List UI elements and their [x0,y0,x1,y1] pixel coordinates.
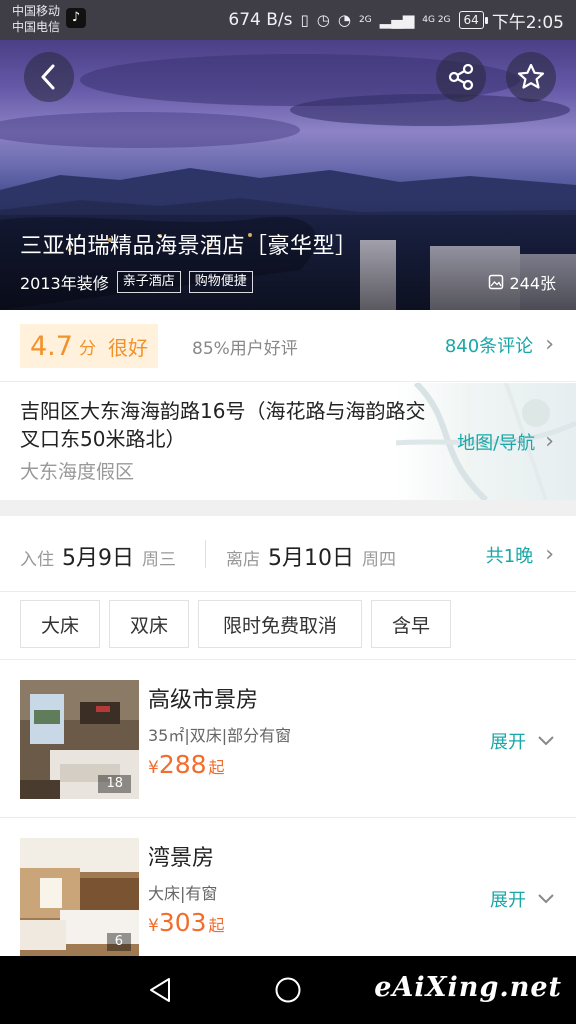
price-currency: ¥ [148,916,159,936]
nav-back-button[interactable] [140,970,180,1010]
triangle-back-icon [150,978,170,1002]
room-description: 大床|有窗 [148,884,218,903]
vibrate-icon: ▯ [300,11,309,29]
carrier-2: 中国电信 [12,20,61,34]
favorite-button[interactable] [506,52,556,102]
filter-chip-big-bed[interactable]: 大床 [20,600,100,648]
photo-count: 244张 [509,274,556,293]
share-icon [448,63,474,91]
room-photo[interactable]: 6 [20,838,139,957]
status-bar: 中国移动 中国电信 ♪ 674 B/s ▯ ◷ ◔ 2G ▂▄▆ 4G 2G 6… [0,0,576,40]
room-name: 湾景房 [148,846,215,871]
hotel-area: 大东海度假区 [20,461,135,483]
room-price: ¥ 303 起 [148,908,225,937]
carrier-1: 中国移动 [12,4,61,18]
room-name: 高级市景房 [148,688,259,713]
nights-count[interactable]: 共1晚 › [486,542,554,568]
back-icon [41,64,55,90]
room-filters: 大床 双床 限时免费取消 含早 [0,592,576,660]
checkin-date-group[interactable]: 入住 5月9日 周三 [20,540,176,572]
price-suffix: 起 [208,758,225,777]
checkin-date: 5月9日 [62,546,134,571]
room-photo-count: 6 [106,933,131,951]
price-amount: 303 [158,908,207,937]
expand-label: 展开 [490,732,526,753]
network-2-label: 4G 2G [422,15,451,25]
score-word: 很好 [107,335,148,360]
photo-icon [489,274,504,290]
checkout-weekday: 周四 [362,550,396,570]
checkout-label: 离店 [226,550,260,570]
date-separator [205,540,206,568]
filter-chip-twin-bed[interactable]: 双床 [109,600,189,648]
price-amount: 288 [158,750,207,779]
system-nav-bar: eAiXing.net [0,956,576,1024]
good-rate: 85%用户好评 [192,339,298,359]
price-currency: ¥ [148,758,159,778]
checkout-date: 5月10日 [268,546,354,571]
hotel-tag: 购物便捷 [188,271,253,293]
checkin-weekday: 周三 [142,550,176,570]
status-indicators: 674 B/s ▯ ◷ ◔ 2G ▂▄▆ 4G 2G 64 下午2:05 [228,0,564,40]
chevron-down-icon [538,736,554,746]
hotel-meta: 2013年装修 亲子酒店 购物便捷 [20,270,253,294]
chevron-right-icon: › [545,429,554,454]
clock: 下午2:05 [491,12,564,33]
hotel-hero[interactable]: 三亚柏瑞精品海景酒店［豪华型］ 2013年装修 亲子酒店 购物便捷 244张 [0,40,576,310]
room-card[interactable]: 18 高级市景房 35㎡|双床|部分有窗 ¥ 288 起 展开 [0,660,576,818]
rating-row[interactable]: 4.7 分 很好 85%用户好评 840条评论 › [0,310,576,382]
hotel-address: 吉阳区大东海海韵路16号（海花路与海韵路交叉口东50米路北） [20,399,426,451]
back-button[interactable] [24,52,74,102]
section-divider [0,500,576,516]
wifi-icon: ◔ [337,11,351,29]
circle-home-icon [275,977,301,1003]
room-card[interactable]: 6 湾景房 大床|有窗 ¥ 303 起 展开 [0,818,576,957]
address-row[interactable]: 吉阳区大东海海韵路16号（海花路与海韵路交叉口东50米路北） 大东海度假区 地图… [0,383,576,500]
net-speed: 674 B/s [228,10,293,30]
tiktok-notification-icon: ♪ [66,8,86,28]
chevron-down-icon [538,894,554,904]
map-navigation-link[interactable]: 地图/导航 › [457,429,554,455]
alarm-icon: ◷ [316,11,330,29]
renovation-year: 2013年装修 [20,274,109,293]
expand-button[interactable]: 展开 [490,886,554,912]
reviews-count: 840条评论 [444,336,534,357]
photo-count-button[interactable]: 244张 [488,270,556,294]
reviews-link[interactable]: 840条评论 › [445,332,554,358]
map-link-label: 地图/导航 [457,433,536,454]
room-photo-count: 18 [98,775,131,793]
score-badge: 4.7 分 很好 [20,324,158,368]
checkin-label: 入住 [20,550,54,570]
room-description: 35㎡|双床|部分有窗 [148,726,292,745]
nights-label: 共1晚 [485,546,534,567]
room-photo[interactable]: 18 [20,680,139,799]
filter-chip-breakfast[interactable]: 含早 [371,600,451,648]
score-unit: 分 [78,338,96,359]
expand-button[interactable]: 展开 [490,728,554,754]
expand-label: 展开 [490,890,526,911]
nav-home-button[interactable] [268,970,308,1010]
star-icon [517,63,545,89]
filter-chip-free-cancel[interactable]: 限时免费取消 [198,600,362,648]
chevron-right-icon: › [545,542,554,567]
hotel-name: 三亚柏瑞精品海景酒店［豪华型］ [20,234,358,259]
hotel-tag: 亲子酒店 [116,271,181,293]
checkout-date-group[interactable]: 离店 5月10日 周四 [226,540,396,572]
date-selector[interactable]: 入住 5月9日 周三 离店 5月10日 周四 共1晚 › [0,516,576,592]
watermark-logo: eAiXing.net [374,972,562,1003]
chevron-right-icon: › [545,332,554,357]
carrier-info: 中国移动 中国电信 [12,3,60,35]
network-1-label: 2G [358,15,372,25]
score-value: 4.7 [30,330,73,362]
room-price: ¥ 288 起 [148,750,225,779]
share-button[interactable] [436,52,486,102]
battery-icon: 64 [458,11,489,29]
price-suffix: 起 [208,916,225,935]
signal-icon: ▂▄▆ [379,11,415,29]
